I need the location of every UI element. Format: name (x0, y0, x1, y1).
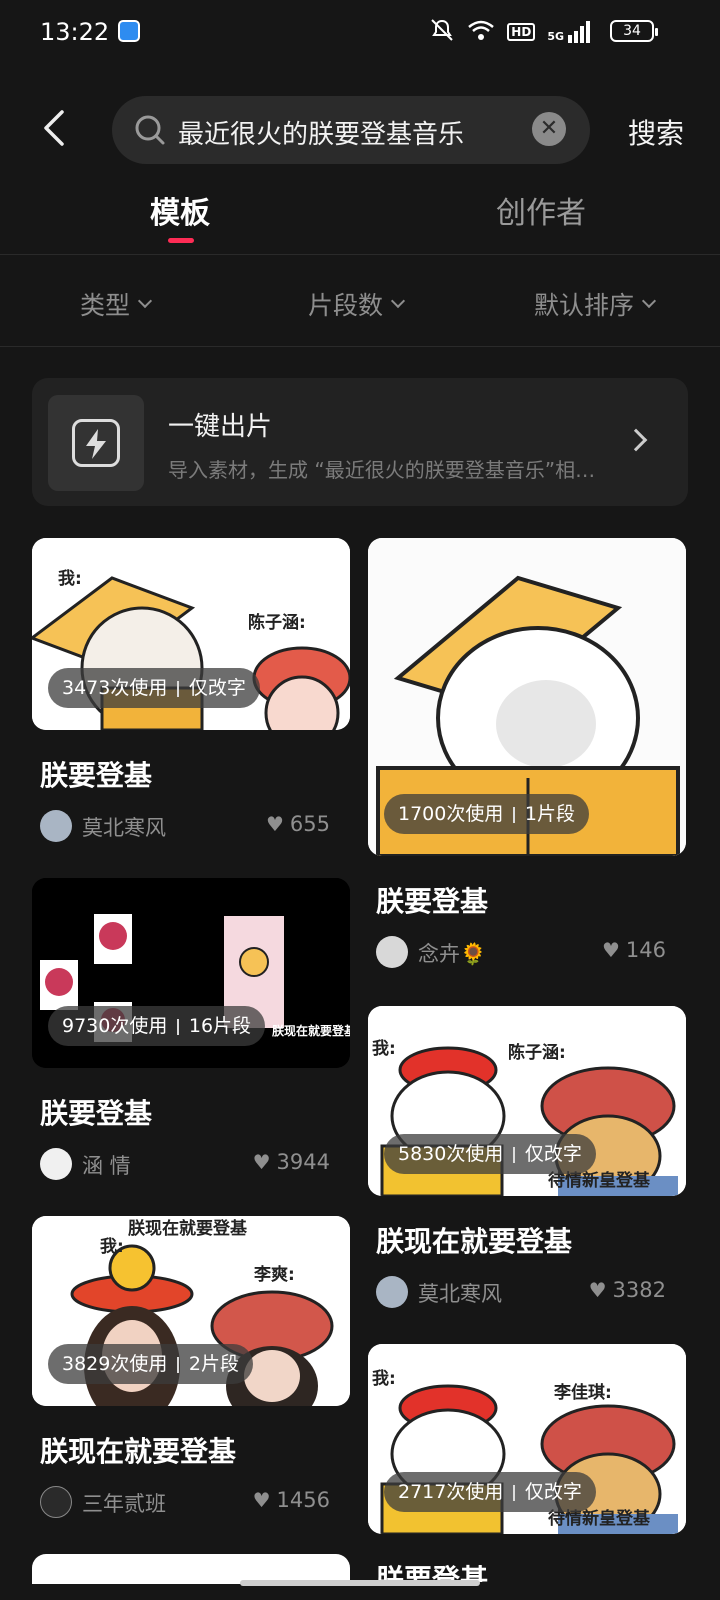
caption-text: 我: (372, 1369, 396, 1389)
likes[interactable]: ♥ 3382 (589, 1278, 666, 1302)
filter-segments-label: 片段数 (308, 291, 384, 320)
card-meta: 莫北寒风 ♥ 3382 (368, 1276, 686, 1308)
likes[interactable]: ♥ 146 (602, 938, 666, 962)
author-name[interactable]: 莫北寒风 (82, 812, 166, 842)
avatar[interactable] (40, 1148, 72, 1180)
card-meta: 涵 情 ♥ 3944 (32, 1148, 350, 1180)
usage-badge: 9730次使用 16片段 (48, 1006, 266, 1046)
card-meta: 莫北寒风 ♥ 655 (32, 810, 350, 842)
template-title: 朕要登基 (376, 885, 489, 918)
usage-badge: 5830次使用 仅改字 (384, 1134, 596, 1174)
status-time: 13:22 (40, 18, 110, 46)
likes[interactable]: ♥ 655 (266, 812, 330, 836)
one-click-subtitle: 导入素材，生成 “最近很火的朕要登基音乐”相关视频 (168, 458, 608, 482)
filter-type-label: 类型 (80, 291, 131, 320)
filter-segments[interactable]: 片段数 (308, 286, 406, 322)
chevron-down-icon (137, 293, 153, 309)
template-title: 朕现在就要登基 (40, 1435, 237, 1468)
usage-badge: 3473次使用 仅改字 (48, 668, 260, 708)
chevron-right-icon (624, 428, 648, 452)
network-type: 5G (547, 30, 564, 43)
likes[interactable]: ♥ 3944 (253, 1150, 330, 1174)
author-name[interactable]: 莫北寒风 (418, 1278, 502, 1308)
caption-text: 李爽: (254, 1265, 295, 1285)
template-thumbnail: 朕现在就要登基 9730次使用 16片段 (32, 878, 350, 1068)
chevron-down-icon (641, 293, 657, 309)
usage-badge: 3829次使用 2片段 (48, 1344, 253, 1384)
caption-text: 李佳琪: (554, 1383, 612, 1403)
template-thumbnail: 我: 李佳琪: 待情新皇登基 2717次使用 仅改字 (368, 1344, 686, 1534)
template-thumbnail: 我: 陈子涵: 待情新皇登基 5830次使用 仅改字 (368, 1006, 686, 1196)
template-card[interactable]: 我: 陈子涵: 3473次使用 仅改字 朕要登基 莫北寒风 ♥ 655 (32, 538, 350, 842)
wifi-icon (467, 19, 495, 45)
template-title: 朕要登基 (40, 1097, 153, 1130)
filter-type[interactable]: 类型 (80, 286, 153, 322)
heart-icon: ♥ (588, 1278, 607, 1302)
filter-sort-label: 默认排序 (534, 291, 635, 320)
template-thumbnail: 1700次使用 1片段 (368, 538, 686, 856)
card-meta: 念卉🌻 ♥ 146 (368, 936, 686, 968)
caption-text: 我: (372, 1039, 396, 1059)
author-name[interactable]: 涵 情 (82, 1150, 131, 1180)
search-icon (134, 114, 166, 150)
tab-creators[interactable]: 创作者 (496, 188, 586, 232)
template-thumbnail: 朕现在就要登基 我: 李爽: 3829次使用 2片段 (32, 1216, 350, 1406)
battery-icon: 34 (610, 20, 658, 42)
template-card[interactable]: 我: 李佳琪: 待情新皇登基 2717次使用 仅改字 朕要登基 (368, 1344, 686, 1582)
status-bar: 13:22 HD 5G 34 (0, 0, 720, 64)
app-notification-icon (118, 20, 140, 42)
caption-text: 陈子涵: (248, 613, 306, 633)
template-card[interactable]: 朕现在就要登基 9730次使用 16片段 朕要登基 涵 情 ♥ 3944 (32, 878, 350, 1180)
template-card[interactable]: 朕现在就要登基 我: 李爽: 3829次使用 2片段 朕现在就要登基 三年贰班 ♥… (32, 1216, 350, 1518)
avatar[interactable] (376, 936, 408, 968)
template-card[interactable]: 1700次使用 1片段 朕要登基 念卉🌻 ♥ 146 (368, 538, 686, 968)
caption-text: 陈子涵: (508, 1043, 566, 1063)
author-name[interactable]: 三年贰班 (82, 1488, 166, 1518)
caption-text: 朕现在就要登基 (128, 1219, 247, 1239)
avatar[interactable] (40, 1486, 72, 1518)
avatar[interactable] (40, 810, 72, 842)
divider (0, 346, 720, 347)
back-button[interactable] (40, 108, 76, 146)
search-input[interactable]: 最近很火的朕要登基音乐 ✕ (112, 96, 590, 164)
template-title: 朕现在就要登基 (376, 1225, 573, 1258)
avatar[interactable] (376, 1276, 408, 1308)
filter-sort[interactable]: 默认排序 (534, 286, 657, 322)
likes[interactable]: ♥ 1456 (253, 1488, 330, 1512)
template-thumbnail: 我: 陈子涵: 3473次使用 仅改字 (32, 538, 350, 730)
tab-templates[interactable]: 模板 (150, 188, 210, 232)
card-meta: 三年贰班 ♥ 1456 (32, 1486, 350, 1518)
usage-badge: 2717次使用 仅改字 (384, 1472, 596, 1512)
divider (0, 254, 720, 255)
one-click-title: 一键出片 (168, 412, 273, 442)
hd-icon: HD (507, 23, 536, 41)
heart-icon: ♥ (252, 1150, 271, 1174)
signal-icon: 5G (547, 21, 592, 43)
heart-icon: ♥ (252, 1488, 271, 1512)
one-click-create-card[interactable]: 一键出片 导入素材，生成 “最近很火的朕要登基音乐”相关视频 (32, 378, 688, 506)
usage-badge: 1700次使用 1片段 (384, 794, 589, 834)
template-card[interactable]: 我: 陈子涵: 待情新皇登基 5830次使用 仅改字 朕现在就要登基 莫北寒风 ♥… (368, 1006, 686, 1308)
active-tab-indicator (168, 238, 194, 243)
author-name[interactable]: 念卉🌻 (418, 938, 486, 968)
status-icons: HD 5G (429, 18, 592, 46)
heart-icon: ♥ (601, 938, 620, 962)
caption-text: 我: (58, 569, 82, 589)
caption-text: 我: (100, 1237, 124, 1257)
template-title: 朕要登基 (376, 1563, 489, 1582)
clear-icon[interactable]: ✕ (532, 112, 566, 146)
search-button[interactable]: 搜索 (628, 112, 684, 152)
heart-icon: ♥ (265, 812, 284, 836)
chevron-down-icon (390, 293, 406, 309)
search-query: 最近很火的朕要登基音乐 (178, 120, 465, 150)
caption-text: 朕现在就要登基 (272, 1024, 350, 1038)
mute-icon (429, 18, 455, 46)
home-indicator[interactable] (240, 1580, 480, 1586)
lightning-icon (48, 395, 144, 491)
template-title: 朕要登基 (40, 759, 153, 792)
